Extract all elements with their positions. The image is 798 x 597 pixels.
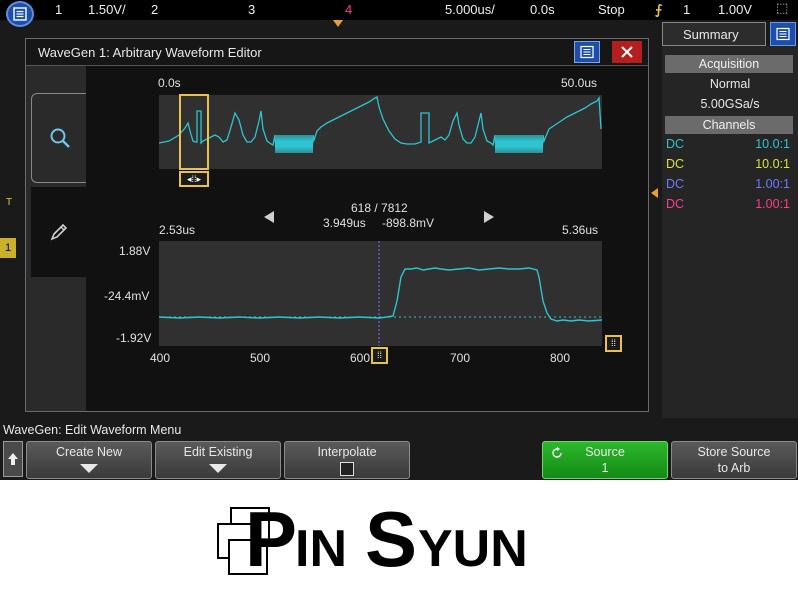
- detail-waveform: [158, 241, 603, 346]
- menu-icon: [580, 45, 594, 59]
- y-axis-top: 1.88V: [119, 244, 151, 258]
- channel-probe: 10.0:1: [755, 137, 790, 151]
- source-button[interactable]: Source 1: [542, 441, 668, 479]
- voltage-cursor-handle[interactable]: ⁞⁞: [605, 335, 622, 352]
- store-source-button[interactable]: Store Source to Arb: [671, 441, 797, 479]
- edit-existing-button[interactable]: Edit Existing: [155, 441, 281, 479]
- time-readout: 3.949us: [323, 216, 366, 230]
- interpolate-label: Interpolate: [317, 445, 377, 459]
- trigger-level-marker: T: [6, 197, 13, 208]
- svg-text:S: S: [365, 495, 417, 583]
- summary-tab-label: Summary: [683, 27, 739, 42]
- y-axis-bottom: -1.92V: [116, 331, 152, 345]
- editor-mode-tabs: [31, 93, 87, 293]
- y-axis-mid: -24.4mV: [104, 289, 150, 303]
- main-menu-button[interactable]: [6, 1, 34, 27]
- menu-icon: [776, 27, 790, 41]
- x-tick: 600: [350, 351, 371, 365]
- point-readout: 618 / 7812: [351, 201, 408, 215]
- chevron-down-icon: [209, 464, 227, 473]
- tab-summary[interactable]: Summary: [662, 22, 766, 46]
- time-cursor-handle[interactable]: ⁞⁞: [371, 347, 388, 364]
- trigger-level[interactable]: 1.00V: [718, 2, 752, 17]
- edit-existing-label: Edit Existing: [183, 445, 253, 459]
- zoom-window-handle[interactable]: ◂⁞⁞▸: [179, 171, 209, 187]
- channel-probe: 1.00:1: [755, 197, 790, 211]
- right-arrow-icon[interactable]: [484, 211, 494, 223]
- editor-menu-button[interactable]: [574, 41, 600, 63]
- editor-close-button[interactable]: [612, 41, 642, 63]
- detail-end-time: 5.36us: [562, 223, 599, 237]
- interpolate-button[interactable]: Interpolate: [284, 441, 410, 479]
- back-button[interactable]: [3, 441, 23, 477]
- voltage-readout: -898.8mV: [382, 216, 435, 230]
- ch2-number[interactable]: 2: [151, 2, 158, 17]
- search-icon: [50, 128, 70, 148]
- trigger-icon: ⨍: [655, 2, 663, 17]
- x-tick: 400: [150, 351, 171, 365]
- svg-text:IN: IN: [295, 520, 347, 578]
- interpolate-checkbox[interactable]: [340, 462, 354, 476]
- tab-edit[interactable]: [31, 187, 87, 277]
- store-source-line1: Store Source: [697, 445, 771, 459]
- create-new-button[interactable]: Create New: [26, 441, 152, 479]
- create-new-label: Create New: [56, 445, 122, 459]
- scope-screen: 1 1.50V/ 2 3 4 5.000us/ 0.0s Stop ⨍ 1 1.…: [0, 0, 798, 480]
- close-icon: [621, 46, 633, 58]
- acquisition-header[interactable]: Acquisition: [665, 55, 793, 73]
- acquire-icon: ⬚: [776, 0, 789, 15]
- overview-plot[interactable]: [158, 95, 602, 169]
- ch1-ground-marker[interactable]: 1: [0, 238, 16, 258]
- side-panel-menu-button[interactable]: [770, 22, 796, 46]
- svg-text:YUN: YUN: [418, 520, 528, 578]
- source-value: 1: [601, 461, 609, 475]
- up-arrow-icon: [8, 453, 18, 465]
- store-source-line2: to Arb: [717, 461, 751, 475]
- x-tick: 800: [550, 351, 571, 365]
- x-tick: 700: [450, 351, 471, 365]
- sample-rate: 5.00GSa/s: [700, 97, 760, 111]
- trigger-position-marker: [333, 20, 343, 27]
- logo-mark: P IN S YUN: [217, 495, 528, 583]
- acquisition-mode: Normal: [709, 77, 751, 91]
- softkey-menu-title: WaveGen: Edit Waveform Menu: [3, 423, 182, 437]
- menu-icon: [13, 7, 27, 21]
- detail-start-time: 2.53us: [159, 223, 196, 237]
- arb-waveform-editor: WaveGen 1: Arbitrary Waveform Editor 0.0…: [25, 38, 649, 412]
- detail-plot[interactable]: [158, 241, 603, 346]
- x-tick: 500: [250, 351, 271, 365]
- tab-zoom[interactable]: [31, 93, 87, 183]
- source-label: Source: [585, 445, 625, 459]
- overview-end-time: 50.0us: [561, 76, 598, 90]
- pinsyun-logo: P IN S YUN: [213, 494, 543, 586]
- summary-panel: Acquisition Normal 5.00GSa/s Channels DC…: [662, 46, 798, 418]
- overview-start-time: 0.0s: [158, 76, 181, 90]
- trigger-source[interactable]: 1: [683, 2, 690, 17]
- channel-probe: 1.00:1: [755, 177, 790, 191]
- ch1-scale[interactable]: 1.50V/: [88, 2, 126, 17]
- overview-waveform: [158, 96, 602, 154]
- delay-readout[interactable]: 0.0s: [530, 2, 555, 17]
- ch3-number[interactable]: 3: [248, 2, 255, 17]
- left-arrow-icon[interactable]: [264, 211, 274, 223]
- ch4-number[interactable]: 4: [345, 2, 352, 17]
- channel-coupling: DC: [666, 137, 685, 151]
- chevron-down-icon: [80, 464, 98, 473]
- run-state[interactable]: Stop: [598, 2, 625, 17]
- panel-edge-marker: [651, 188, 658, 198]
- pencil-icon: [50, 223, 68, 241]
- channel-coupling: DC: [666, 197, 685, 211]
- editor-titlebar: WaveGen 1: Arbitrary Waveform Editor: [26, 39, 648, 66]
- channel-coupling: DC: [666, 157, 685, 171]
- editor-content: 0.0s 50.0us ◂⁞⁞▸ 618 / 7812 3.949us -898…: [86, 66, 648, 411]
- zoom-window-marker[interactable]: [179, 94, 209, 170]
- status-bar: 1 1.50V/ 2 3 4 5.000us/ 0.0s Stop ⨍ 1 1.…: [0, 0, 798, 20]
- channel-probe: 10.0:1: [755, 157, 790, 171]
- ch1-number[interactable]: 1: [55, 2, 62, 17]
- svg-text:P: P: [245, 495, 297, 583]
- channel-coupling: DC: [666, 177, 685, 191]
- editor-title: WaveGen 1: Arbitrary Waveform Editor: [38, 45, 262, 60]
- channels-header[interactable]: Channels: [665, 116, 793, 134]
- timebase-readout[interactable]: 5.000us/: [445, 2, 495, 17]
